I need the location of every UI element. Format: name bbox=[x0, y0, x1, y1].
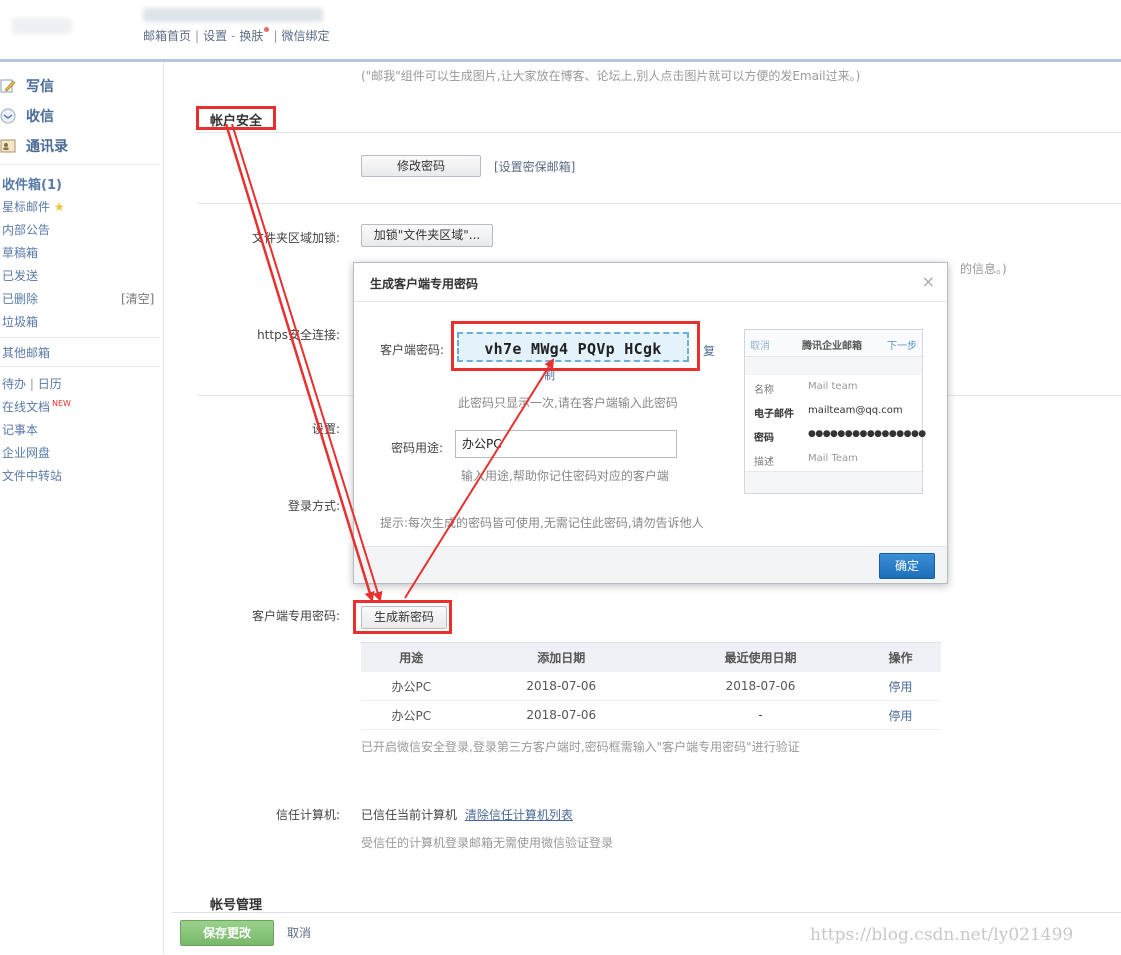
arrow-security-to-generate-2 bbox=[231, 123, 383, 602]
annotation-arrows bbox=[224, 123, 555, 602]
arrow-generate-to-password bbox=[404, 358, 555, 599]
arrow-security-to-generate bbox=[224, 123, 375, 602]
